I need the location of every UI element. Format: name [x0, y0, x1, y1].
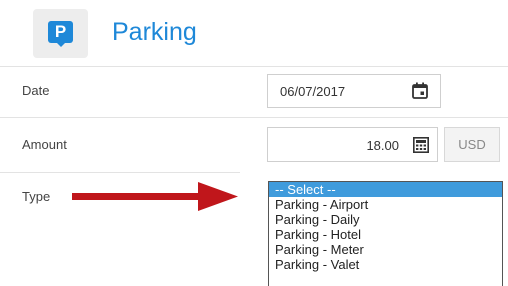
header-divider [0, 66, 508, 67]
type-option-meter[interactable]: Parking - Meter [269, 242, 502, 257]
calculator-icon[interactable] [413, 137, 429, 153]
currency-addon: USD [444, 127, 500, 162]
type-option-valet[interactable]: Parking - Valet [269, 257, 502, 272]
type-option-daily[interactable]: Parking - Daily [269, 212, 502, 227]
date-row-divider [0, 117, 508, 118]
type-option-select[interactable]: -- Select -- [269, 182, 502, 197]
amount-field[interactable]: 18.00 [267, 127, 438, 162]
date-field[interactable]: 06/07/2017 [267, 74, 441, 108]
parking-badge-notch [57, 43, 65, 47]
type-listbox[interactable]: -- Select -- Parking - Airport Parking -… [268, 181, 503, 286]
calendar-icon[interactable] [412, 82, 428, 99]
parking-badge: P [48, 21, 73, 43]
amount-label: Amount [22, 137, 67, 152]
page-header: P Parking [0, 0, 508, 66]
type-label: Type [22, 189, 51, 204]
amount-value: 18.00 [366, 138, 399, 153]
amount-row-divider [0, 172, 240, 173]
type-option-hotel[interactable]: Parking - Hotel [269, 227, 502, 242]
page-title: Parking [112, 18, 197, 46]
date-label: Date [22, 83, 50, 98]
parking-icon: P [33, 9, 88, 58]
red-arrow-annotation [72, 182, 238, 211]
type-option-airport[interactable]: Parking - Airport [269, 197, 502, 212]
date-value: 06/07/2017 [280, 84, 346, 99]
